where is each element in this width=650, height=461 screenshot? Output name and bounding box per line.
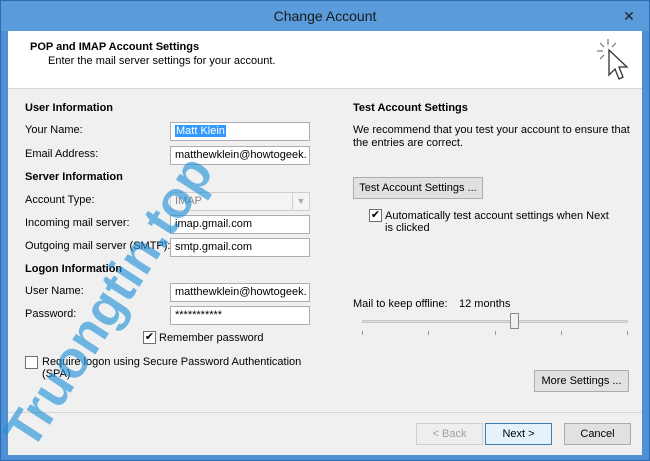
dialog-header: POP and IMAP Account Settings Enter the … <box>8 31 642 89</box>
spa-label-line2: (SPA) <box>42 368 71 380</box>
offline-slider-track[interactable] <box>362 320 628 323</box>
account-type-select: IMAP ▼ <box>170 192 310 211</box>
back-button[interactable]: < Back <box>416 423 483 445</box>
offline-label: Mail to keep offline: <box>353 298 448 310</box>
window-title: Change Account <box>273 8 377 24</box>
cancel-button[interactable]: Cancel <box>564 423 631 445</box>
test-settings-heading: Test Account Settings <box>353 102 468 114</box>
close-icon[interactable]: ✕ <box>617 7 641 25</box>
logon-info-heading: Logon Information <box>25 263 123 275</box>
auto-test-label: Automatically test account settings when… <box>385 210 609 222</box>
user-name-label: User Name: <box>25 285 84 297</box>
chevron-down-icon: ▼ <box>292 193 309 210</box>
user-info-heading: User Information <box>25 102 114 114</box>
more-settings-button[interactable]: More Settings ... <box>534 370 629 392</box>
change-account-window: Change Account ✕ POP and IMAP Account Se… <box>0 0 650 461</box>
auto-test-checkbox[interactable]: ✔ <box>369 209 382 222</box>
header-title: POP and IMAP Account Settings <box>30 41 200 53</box>
title-bar: Change Account ✕ <box>1 1 649 31</box>
auto-test-label-line2: is clicked <box>385 222 430 234</box>
slider-tick <box>561 331 562 335</box>
footer-divider <box>8 412 642 413</box>
header-subtitle: Enter the mail server settings for your … <box>48 55 276 67</box>
user-name-input[interactable]: matthewklein@howtogeek. <box>170 283 310 302</box>
your-name-value: Matt Klein <box>175 125 226 137</box>
incoming-server-input[interactable]: imap.gmail.com <box>170 215 310 234</box>
incoming-server-label: Incoming mail server: <box>25 217 130 229</box>
dialog-body: POP and IMAP Account Settings Enter the … <box>8 31 642 455</box>
your-name-input[interactable]: Matt Klein <box>170 122 310 141</box>
cursor-sparkle-icon <box>597 39 629 80</box>
account-type-label: Account Type: <box>25 194 95 206</box>
slider-tick <box>627 331 628 335</box>
slider-tick <box>362 331 363 335</box>
outgoing-server-input[interactable]: smtp.gmail.com <box>170 238 310 257</box>
slider-tick <box>495 331 496 335</box>
remember-password-label: Remember password <box>159 332 264 344</box>
password-label: Password: <box>25 308 77 320</box>
password-input[interactable]: *********** <box>170 306 310 325</box>
email-input[interactable]: matthewklein@howtogeek. <box>170 146 310 165</box>
offline-value: 12 months <box>459 298 511 310</box>
email-label: Email Address: <box>25 148 99 160</box>
server-info-heading: Server Information <box>25 171 123 183</box>
next-button[interactable]: Next > <box>485 423 552 445</box>
spa-label: Require logon using Secure Password Auth… <box>42 356 302 368</box>
offline-slider-thumb[interactable] <box>510 313 519 329</box>
your-name-label: Your Name: <box>25 124 83 136</box>
account-type-value: IMAP <box>175 195 202 207</box>
spa-checkbox[interactable] <box>25 356 38 369</box>
test-settings-desc: We recommend that you test your account … <box>353 124 630 136</box>
outgoing-server-label: Outgoing mail server (SMTP): <box>25 240 171 252</box>
remember-password-checkbox[interactable]: ✔ <box>143 331 156 344</box>
test-settings-desc-line2: the entries are correct. <box>353 137 464 149</box>
slider-tick <box>428 331 429 335</box>
test-account-settings-button[interactable]: Test Account Settings ... <box>353 177 483 199</box>
